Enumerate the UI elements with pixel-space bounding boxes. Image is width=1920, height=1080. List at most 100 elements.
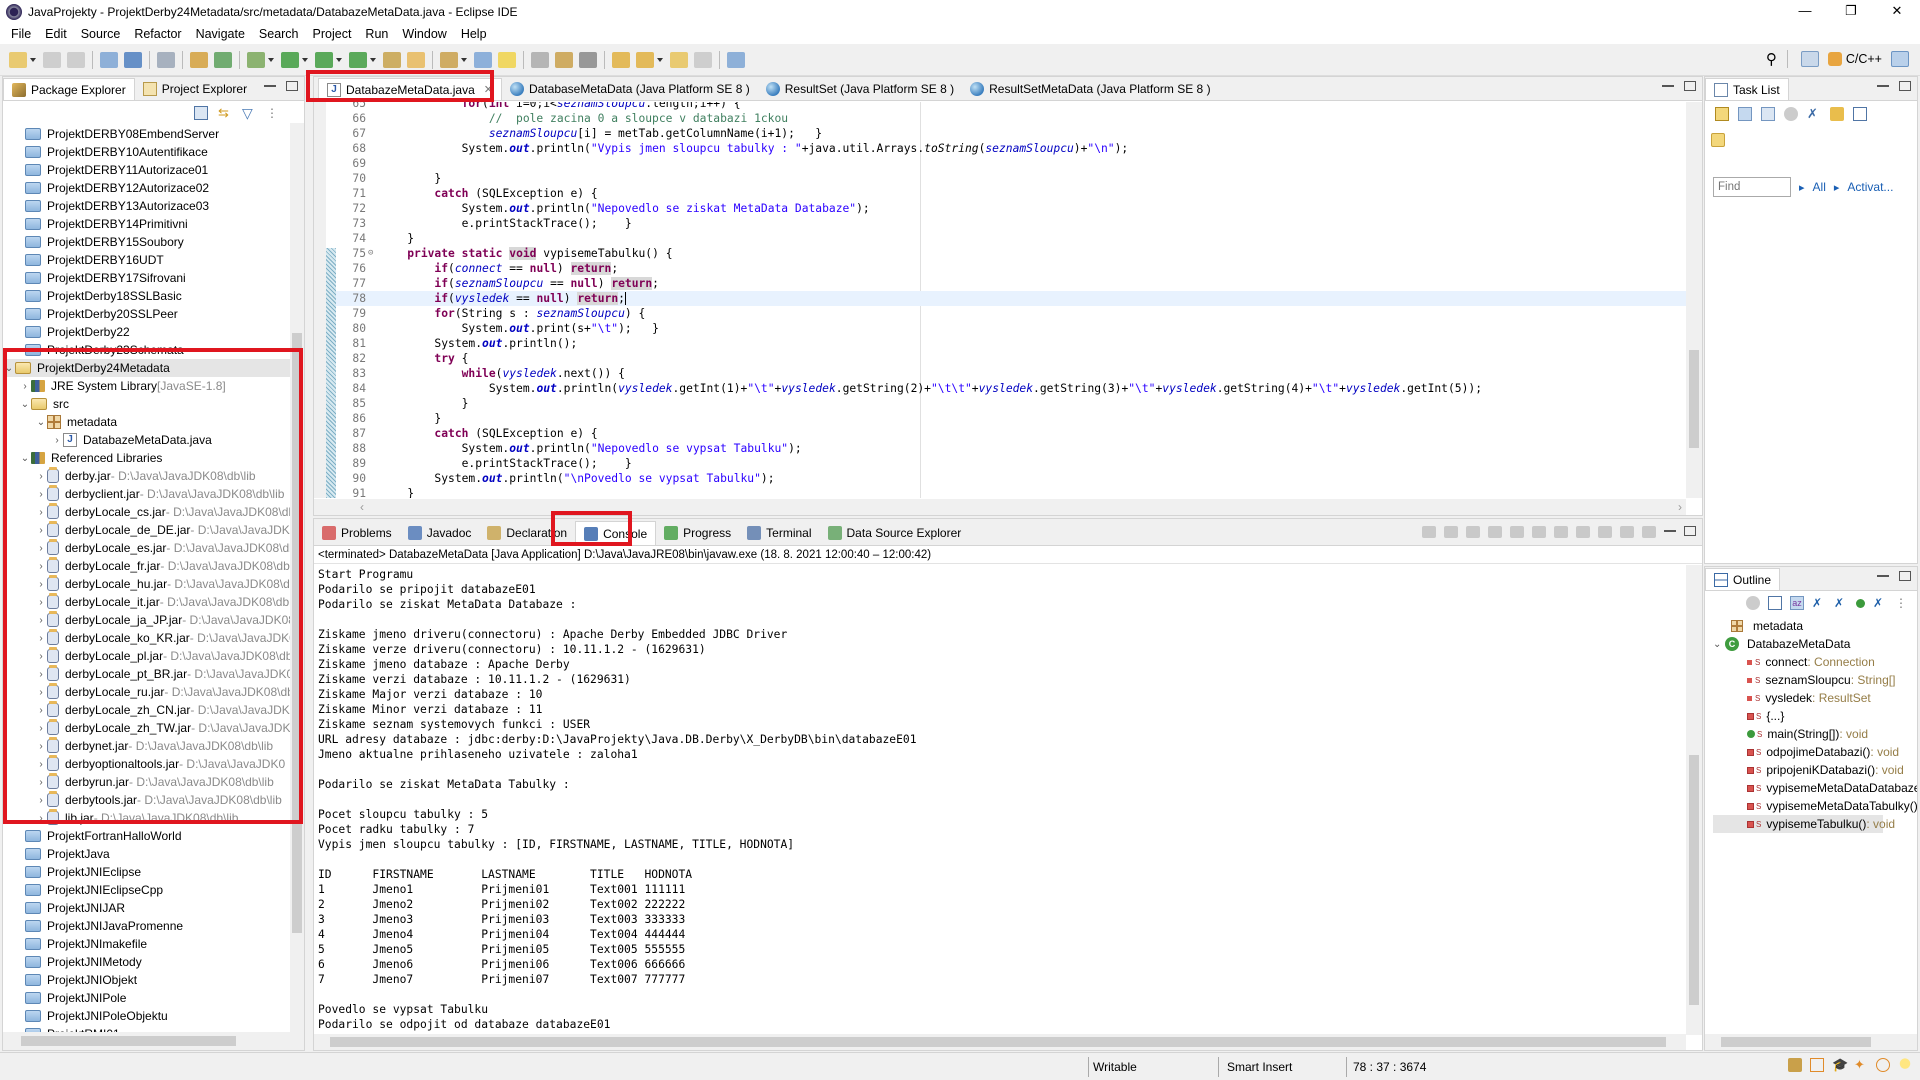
tree-item-src[interactable]: ⌄ src bbox=[3, 395, 293, 413]
tab-package-explorer[interactable]: Package Explorer bbox=[3, 78, 135, 100]
save-icon[interactable] bbox=[43, 51, 61, 68]
tree-item-java-file[interactable]: › J DatabazeMetaData.java bbox=[3, 431, 293, 449]
tree-item-jre[interactable]: › JRE System Library [JavaSE-1.8] bbox=[3, 377, 293, 395]
tree-scrollbar[interactable] bbox=[290, 123, 304, 1033]
maximize-editor-button[interactable] bbox=[1684, 81, 1696, 91]
tree-h-scrollbar[interactable] bbox=[3, 1032, 304, 1050]
menu-help[interactable]: Help bbox=[454, 27, 494, 41]
code-line[interactable]: 91 } bbox=[336, 486, 1686, 498]
tree-item-project[interactable]: ProjektDERBY12Autorizace02 bbox=[3, 179, 293, 197]
task-find-input[interactable] bbox=[1713, 177, 1791, 197]
run-icon[interactable] bbox=[281, 51, 299, 68]
tree-item-project[interactable]: ProjektJava bbox=[3, 845, 293, 863]
skip-breakpoints-icon[interactable] bbox=[157, 51, 175, 68]
view-menu-outline-icon[interactable]: ⋮ bbox=[1895, 596, 1909, 610]
coverage-icon[interactable] bbox=[315, 51, 333, 68]
chevron-right-icon[interactable]: › bbox=[35, 633, 47, 644]
tree-item-project[interactable]: ProjektJNIJavaPromenne bbox=[3, 917, 293, 935]
tree-item-jar[interactable]: › derbyLocale_zh_CN.jar - D:\Java\JavaJDK… bbox=[3, 701, 293, 719]
tree-item-jar[interactable]: › derbyLocale_es.jar - D:\Java\JavaJDK08\… bbox=[3, 539, 293, 557]
external-tools-icon[interactable] bbox=[349, 51, 367, 68]
sort-icon[interactable]: az bbox=[1790, 596, 1804, 610]
menu-file[interactable]: File bbox=[4, 27, 38, 41]
word-wrap-icon[interactable] bbox=[1532, 526, 1546, 538]
close-button[interactable]: ✕ bbox=[1874, 0, 1920, 24]
editor-tab[interactable]: ResultSet (Java Platform SE 8 ) bbox=[758, 78, 962, 100]
outline-package[interactable]: metadata bbox=[1713, 617, 1917, 635]
code-line[interactable]: 82 try { bbox=[336, 351, 1686, 366]
outline-h-scrollbar[interactable] bbox=[1705, 1034, 1917, 1050]
new-icon[interactable] bbox=[9, 51, 27, 68]
dropdown-arrow-icon[interactable] bbox=[461, 57, 467, 62]
code-line[interactable]: 74 } bbox=[336, 231, 1686, 246]
tree-item-package[interactable]: ⌄ metadata bbox=[3, 413, 293, 431]
tree-item-jar[interactable]: › lib.jar - D:\Java\JavaJDK08\db\lib bbox=[3, 809, 293, 827]
collapse-icon[interactable] bbox=[1853, 107, 1867, 121]
wand-icon[interactable]: ✦ bbox=[1854, 1058, 1868, 1072]
chevron-right-icon[interactable]: › bbox=[35, 507, 47, 518]
all-link[interactable]: All bbox=[1813, 180, 1826, 194]
chevron-right-icon[interactable]: › bbox=[35, 525, 47, 536]
code-line[interactable]: 69 bbox=[336, 156, 1686, 171]
chevron-right-icon[interactable]: › bbox=[35, 705, 47, 716]
tree-item-jar[interactable]: › derbyLocale_pt_BR.jar - D:\Java\JavaJDK… bbox=[3, 665, 293, 683]
menu-refactor[interactable]: Refactor bbox=[127, 27, 188, 41]
tab-problems[interactable]: Problems bbox=[314, 521, 400, 545]
tutorial-icon[interactable]: 🎓 bbox=[1832, 1058, 1848, 1072]
new-class-icon[interactable] bbox=[100, 51, 118, 68]
tree-item-referenced-libraries[interactable]: ⌄ Referenced Libraries bbox=[3, 449, 293, 467]
minimize-editor-button[interactable] bbox=[1662, 81, 1674, 87]
git-icon[interactable] bbox=[1788, 1058, 1802, 1072]
tab-declaration[interactable]: Declaration bbox=[479, 521, 575, 545]
fold-icon[interactable]: ⊝ bbox=[368, 246, 373, 261]
link-with-editor-icon[interactable]: ⇆ bbox=[218, 106, 232, 120]
filter-icon[interactable]: ▽ bbox=[242, 106, 256, 120]
chevron-right-icon[interactable]: › bbox=[35, 759, 47, 770]
tree-item-jar[interactable]: › derby.jar - D:\Java\JavaJDK08\db\lib bbox=[3, 467, 293, 485]
tree-item-project-expanded[interactable]: ⌄ ProjektDerby24Metadata bbox=[3, 359, 293, 377]
chevron-down-icon[interactable]: ⌄ bbox=[1713, 639, 1725, 650]
chevron-right-icon[interactable]: › bbox=[51, 435, 63, 446]
console-icon[interactable] bbox=[124, 51, 142, 68]
tree-item-project[interactable]: ProjektDERBY17Sifrovani bbox=[3, 269, 293, 287]
code-line[interactable]: 76 if(connect == null) return; bbox=[336, 261, 1686, 276]
code-line[interactable]: 75 ⊝ private static void vypisemeTabulku(… bbox=[336, 246, 1686, 261]
save-all-icon[interactable] bbox=[67, 51, 85, 68]
sync-icon[interactable] bbox=[1830, 107, 1844, 121]
open-console-icon[interactable] bbox=[1642, 526, 1656, 538]
outline-member[interactable]: S {...} bbox=[1713, 707, 1917, 725]
dropdown-arrow-icon[interactable] bbox=[657, 57, 663, 62]
tab-console[interactable]: Console bbox=[575, 521, 657, 545]
next-annotation-icon[interactable] bbox=[612, 51, 630, 68]
display-console-icon[interactable] bbox=[1620, 526, 1634, 538]
tree-item-project[interactable]: ProjektJNIMetody bbox=[3, 953, 293, 971]
clear-console-icon[interactable] bbox=[1488, 526, 1502, 538]
code-line[interactable]: 81 System.out.println(); bbox=[336, 336, 1686, 351]
code-line[interactable]: 80 System.out.print(s+"\t"); } bbox=[336, 321, 1686, 336]
outline-class[interactable]: ⌄ C DatabazeMetaData bbox=[1713, 635, 1917, 653]
chevron-right-icon[interactable]: › bbox=[35, 561, 47, 572]
chevron-right-icon[interactable]: › bbox=[35, 651, 47, 662]
tree-item-jar[interactable]: › derbyLocale_de_DE.jar - D:\Java\JavaJDK… bbox=[3, 521, 293, 539]
tree-item-project[interactable]: ProjektDerby20SSLPeer bbox=[3, 305, 293, 323]
code-line[interactable]: 77 if(seznamSloupcu == null) return; bbox=[336, 276, 1686, 291]
code-line[interactable]: 83 while(vysledek.next()) { bbox=[336, 366, 1686, 381]
hide-static-icon[interactable]: ✗ bbox=[1834, 596, 1848, 610]
tree-item-project[interactable]: ProjektDerby22 bbox=[3, 323, 293, 341]
tip-bulb-icon[interactable] bbox=[1898, 1058, 1912, 1072]
code-line[interactable]: 84 System.out.println(vysledek.getInt(1)… bbox=[336, 381, 1686, 396]
editor-tab[interactable]: ResultSetMetaData (Java Platform SE 8 ) bbox=[962, 78, 1218, 100]
chevron-right-icon[interactable]: › bbox=[35, 615, 47, 626]
chevron-right-icon[interactable]: › bbox=[35, 579, 47, 590]
terminate-icon[interactable] bbox=[1422, 526, 1436, 538]
menu-source[interactable]: Source bbox=[74, 27, 128, 41]
tab-project-explorer[interactable]: Project Explorer bbox=[135, 78, 255, 100]
code-line[interactable]: 90 System.out.println("\nPovedlo se vyps… bbox=[336, 471, 1686, 486]
tab-task-list[interactable]: Task List bbox=[1705, 78, 1789, 100]
minimize-view-button[interactable] bbox=[264, 81, 276, 87]
tree-item-jar[interactable]: › derbyLocale_hu.jar - D:\Java\JavaJDK08\… bbox=[3, 575, 293, 593]
menu-project[interactable]: Project bbox=[306, 27, 359, 41]
console-h-scrollbar[interactable] bbox=[314, 1034, 1686, 1050]
code-line[interactable]: 71 catch (SQLException e) { bbox=[336, 186, 1686, 201]
chevron-right-icon[interactable]: › bbox=[35, 813, 47, 824]
